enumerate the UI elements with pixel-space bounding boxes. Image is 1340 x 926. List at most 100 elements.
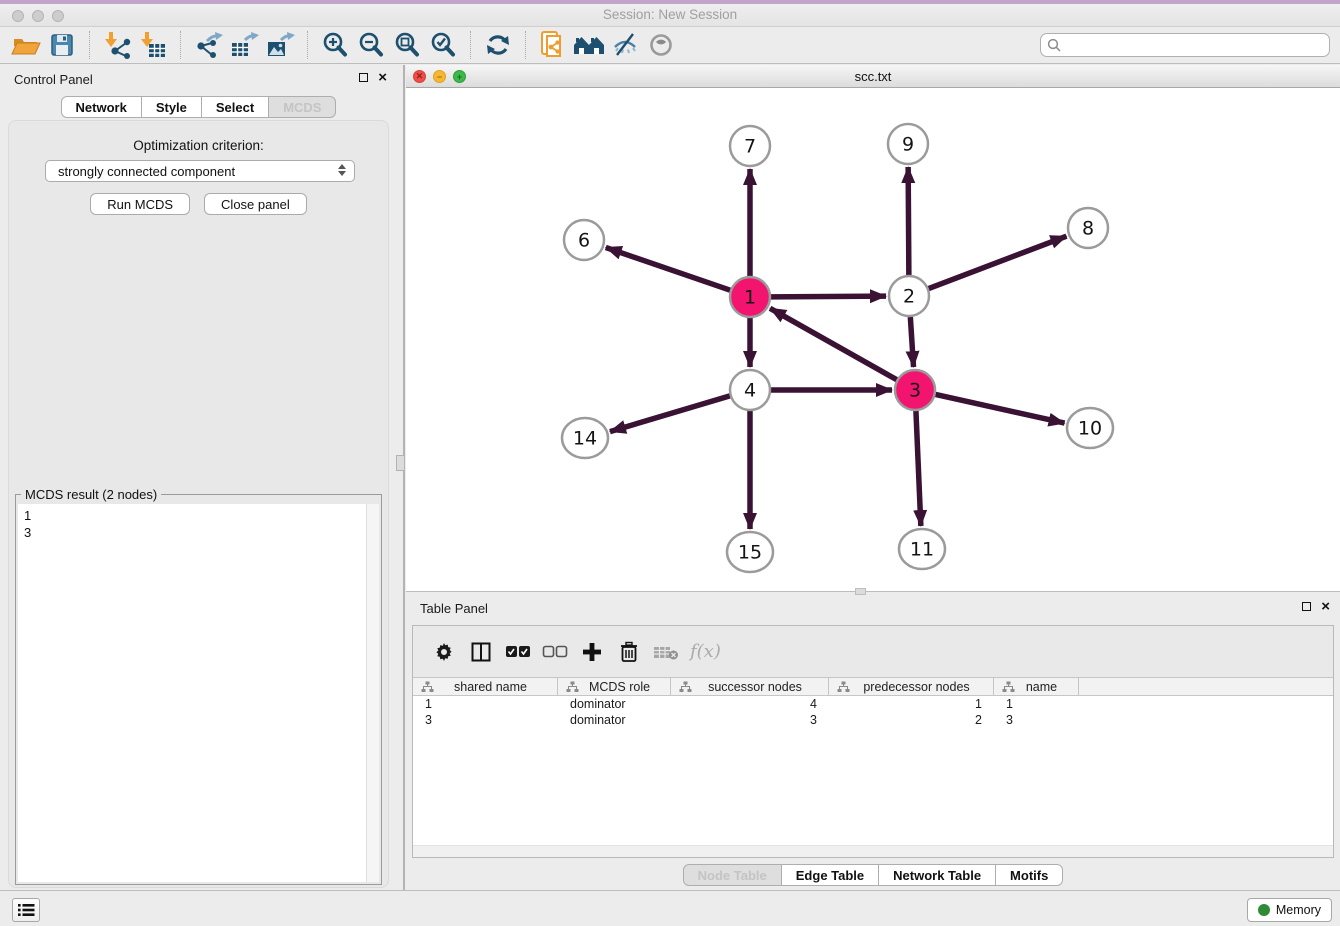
function-builder-icon[interactable]: f(x)	[690, 641, 721, 662]
graph-edge-3-10[interactable]	[936, 394, 1065, 423]
zoom-in-button[interactable]	[317, 29, 353, 61]
table-hscrollbar[interactable]	[413, 845, 1333, 857]
import-table-button[interactable]	[135, 29, 171, 61]
tab-select[interactable]: Select	[201, 96, 269, 118]
panel-splitter-handle[interactable]	[396, 455, 405, 471]
network-graph[interactable]: 7 9 6 8 1 2 4 3 14 10 15 11	[406, 88, 1340, 592]
import-network-button[interactable]	[99, 29, 135, 61]
column-header-predecessor-nodes[interactable]: predecessor nodes	[829, 678, 994, 695]
graph-edge-1-2[interactable]	[771, 296, 886, 297]
cell-successor-nodes[interactable]: 4	[671, 697, 829, 711]
zoom-out-button[interactable]	[353, 29, 389, 61]
graph-node-1[interactable]: 1	[730, 277, 770, 317]
cell-shared-name[interactable]: 1	[413, 697, 558, 711]
tab-mcds[interactable]: MCDS	[268, 96, 336, 118]
tab-edge-table[interactable]: Edge Table	[781, 864, 879, 886]
mcds-result-title: MCDS result (2 nodes)	[21, 487, 161, 502]
graph-node-3[interactable]: 3	[895, 370, 935, 410]
tab-node-table[interactable]: Node Table	[683, 864, 782, 886]
graph-node-10[interactable]: 10	[1067, 408, 1113, 448]
column-view-button[interactable]	[462, 635, 499, 669]
graph-edge-3-11[interactable]	[916, 411, 921, 526]
tab-style[interactable]: Style	[141, 96, 202, 118]
result-line: 1	[24, 507, 373, 524]
open-session-button[interactable]	[8, 29, 44, 61]
tab-network-table[interactable]: Network Table	[878, 864, 996, 886]
home-button[interactable]	[571, 29, 607, 61]
task-history-button[interactable]	[12, 898, 40, 922]
memory-button[interactable]: Memory	[1247, 898, 1332, 922]
attribute-type-icon	[566, 681, 579, 693]
delete-table-button[interactable]	[647, 635, 684, 669]
cell-name[interactable]: 3	[994, 713, 1079, 727]
export-table-button[interactable]	[226, 29, 262, 61]
export-image-button[interactable]	[262, 29, 298, 61]
graph-node-11[interactable]: 11	[899, 529, 945, 569]
tab-network[interactable]: Network	[61, 96, 142, 118]
optimization-criterion-label: Optimization criterion:	[9, 138, 388, 153]
close-panel-button[interactable]: Close panel	[204, 193, 307, 215]
add-column-button[interactable]	[573, 635, 610, 669]
mcds-result-area[interactable]: 13	[18, 504, 379, 882]
zoom-fit-icon	[393, 31, 421, 59]
network-canvas[interactable]: 7 9 6 8 1 2 4 3 14 10 15 11	[406, 88, 1340, 592]
attribute-type-icon	[421, 681, 434, 693]
cell-name[interactable]: 1	[994, 697, 1079, 711]
result-scrollbar[interactable]	[366, 504, 379, 882]
graph-node-7[interactable]: 7	[730, 126, 770, 166]
cell-successor-nodes[interactable]: 3	[671, 713, 829, 727]
save-icon	[48, 32, 76, 58]
graph-edge-2-9[interactable]	[908, 167, 909, 275]
criterion-select[interactable]: strongly connected component	[45, 160, 355, 182]
column-header-mcds-role[interactable]: MCDS role	[558, 678, 671, 695]
float-panel-icon[interactable]	[359, 73, 368, 82]
column-header-successor-nodes[interactable]: successor nodes	[671, 678, 829, 695]
tab-motifs[interactable]: Motifs	[995, 864, 1063, 886]
table-row[interactable]: 1dominator411	[413, 696, 1333, 712]
hide-panel-button[interactable]	[607, 29, 643, 61]
search-input[interactable]	[1062, 35, 1329, 55]
cell-mcds-role[interactable]: dominator	[558, 697, 671, 711]
refresh-button[interactable]	[480, 29, 516, 61]
graph-node-8[interactable]: 8	[1068, 208, 1108, 248]
clone-network-button[interactable]	[535, 29, 571, 61]
column-header-name[interactable]: name	[994, 678, 1079, 695]
select-all-button[interactable]	[499, 635, 536, 669]
network-window-titlebar[interactable]: ✕ − + scc.txt	[406, 65, 1340, 88]
table-splitter-handle[interactable]	[855, 588, 866, 595]
close-table-panel-icon[interactable]: ×	[1321, 601, 1330, 612]
graph-edge-4-14[interactable]	[610, 396, 730, 432]
float-table-panel-icon[interactable]	[1302, 602, 1311, 611]
graph-node-14[interactable]: 14	[562, 418, 608, 458]
control-panel-title: Control Panel	[14, 72, 93, 87]
delete-column-button[interactable]	[610, 635, 647, 669]
run-mcds-button[interactable]: Run MCDS	[90, 193, 190, 215]
column-header-shared-name[interactable]: shared name	[413, 678, 558, 695]
deselect-all-button[interactable]	[536, 635, 573, 669]
save-session-button[interactable]	[44, 29, 80, 61]
graph-node-4[interactable]: 4	[730, 370, 770, 410]
zoom-selected-button[interactable]	[425, 29, 461, 61]
graph-edge-1-6[interactable]	[606, 247, 730, 290]
graph-node-15[interactable]: 15	[727, 532, 773, 572]
show-panel-button[interactable]	[643, 29, 679, 61]
search-icon	[1047, 38, 1062, 53]
cell-shared-name[interactable]: 3	[413, 713, 558, 727]
cell-predecessor-nodes[interactable]: 1	[829, 697, 994, 711]
search-box[interactable]	[1040, 33, 1330, 57]
graph-edge-2-8[interactable]	[929, 236, 1067, 288]
close-panel-icon[interactable]: ×	[378, 72, 387, 83]
table-settings-button[interactable]	[425, 635, 462, 669]
graph-node-2[interactable]: 2	[889, 276, 929, 316]
cell-mcds-role[interactable]: dominator	[558, 713, 671, 727]
zoom-fit-button[interactable]	[389, 29, 425, 61]
delete-table-icon	[653, 643, 679, 661]
graph-edge-3-1[interactable]	[770, 308, 897, 379]
table-row[interactable]: 3dominator323	[413, 712, 1333, 728]
export-network-button[interactable]	[190, 29, 226, 61]
cell-predecessor-nodes[interactable]: 2	[829, 713, 994, 727]
graph-node-9[interactable]: 9	[888, 124, 928, 164]
graph-edge-2-3[interactable]	[910, 317, 913, 367]
graph-node-6[interactable]: 6	[564, 220, 604, 260]
panel-splitter[interactable]	[403, 65, 405, 890]
